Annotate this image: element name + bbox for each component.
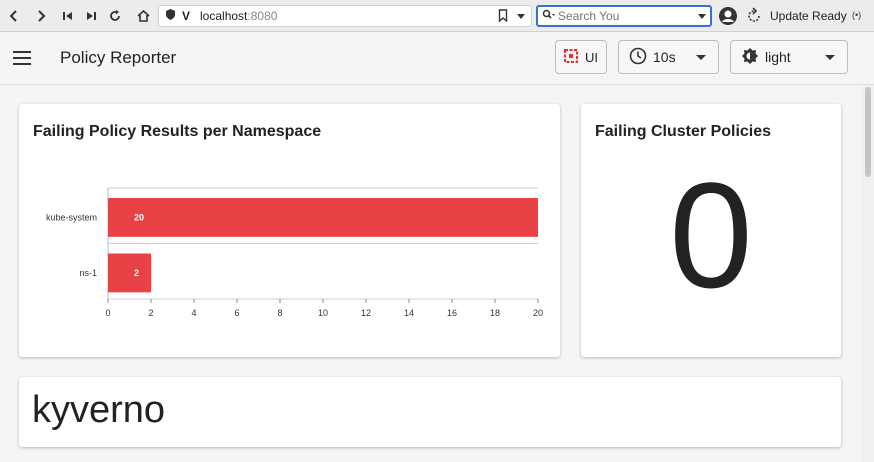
theme-value: light xyxy=(765,49,791,65)
forward-icon[interactable] xyxy=(30,4,52,28)
x-tick-label: 0 xyxy=(105,308,110,318)
chevron-down-icon xyxy=(696,55,706,60)
brightness-icon xyxy=(741,47,759,68)
x-tick-label: 10 xyxy=(318,308,328,318)
bar-kube-system xyxy=(108,197,538,237)
page-scrollbar[interactable] xyxy=(862,85,874,462)
x-tick-label: 8 xyxy=(277,308,282,318)
scrollbar-thumb[interactable] xyxy=(865,87,871,177)
refresh-interval-select[interactable]: 10s xyxy=(618,40,719,74)
search-input[interactable] xyxy=(558,9,686,23)
rewind-icon[interactable] xyxy=(57,4,79,28)
namespace-results-card: Failing Policy Results per Namespace 20 k… xyxy=(19,104,560,357)
kyverno-ui-icon xyxy=(563,48,579,67)
refresh-interval-value: 10s xyxy=(653,49,676,65)
search-box[interactable] xyxy=(536,5,712,27)
search-dropdown-icon[interactable] xyxy=(698,14,706,19)
home-icon[interactable] xyxy=(132,4,154,28)
update-ready-label[interactable]: Update Ready xyxy=(770,9,847,23)
hamburger-menu-icon[interactable] xyxy=(13,51,31,65)
ui-label: UI xyxy=(585,49,598,65)
x-tick-label: 16 xyxy=(447,308,457,318)
cluster-card-title: Failing Cluster Policies xyxy=(595,123,772,140)
bar-ns-1 xyxy=(108,253,151,293)
x-tick-label: 14 xyxy=(404,308,414,318)
app-toolbar: Policy Reporter UI 10s light xyxy=(0,33,874,85)
url-port: :8080 xyxy=(247,9,278,23)
page-title: Policy Reporter xyxy=(60,48,177,67)
fast-forward-icon[interactable] xyxy=(80,4,102,28)
ui-button[interactable]: UI xyxy=(555,40,607,74)
clock-icon xyxy=(629,47,647,68)
address-bar[interactable]: V localhost :8080 xyxy=(158,5,532,27)
kyverno-card: kyverno xyxy=(19,377,841,447)
x-tick-label: 6 xyxy=(234,308,239,318)
bookmark-icon[interactable] xyxy=(498,9,508,25)
bar-data-label: 20 xyxy=(134,212,144,222)
url-host: localhost xyxy=(200,9,248,23)
kyverno-card-title: kyverno xyxy=(32,389,166,431)
back-icon[interactable] xyxy=(3,4,25,28)
vivaldi-icon: V xyxy=(182,9,191,23)
x-tick-label: 12 xyxy=(361,308,371,318)
extension-icon[interactable]: (•) xyxy=(852,10,861,20)
chevron-down-icon xyxy=(825,55,835,60)
cluster-policies-card: Failing Cluster Policies 0 xyxy=(581,104,841,357)
category-label: kube-system xyxy=(46,212,97,222)
browser-toolbar: V localhost :8080 Update Ready (•) xyxy=(0,0,874,32)
x-tick-label: 20 xyxy=(533,308,543,318)
x-tick-label: 2 xyxy=(148,308,153,318)
update-icon[interactable] xyxy=(746,7,762,30)
theme-select[interactable]: light xyxy=(730,40,848,74)
x-tick-label: 18 xyxy=(490,308,500,318)
category-label: ns-1 xyxy=(79,268,97,278)
namespace-bar-chart: 20 kube-system 2 ns-1 0 2 4 6 8 10 12 14 16 18 20 xyxy=(46,187,543,318)
x-tick-label: 4 xyxy=(191,308,196,318)
reload-icon[interactable] xyxy=(104,4,126,28)
bar-data-label: 2 xyxy=(134,268,139,278)
profile-icon[interactable] xyxy=(718,6,738,31)
search-icon xyxy=(542,9,556,24)
failing-cluster-policies-count: 0 xyxy=(669,151,753,319)
shield-icon[interactable] xyxy=(165,8,176,24)
url-dropdown-icon[interactable] xyxy=(517,14,525,19)
